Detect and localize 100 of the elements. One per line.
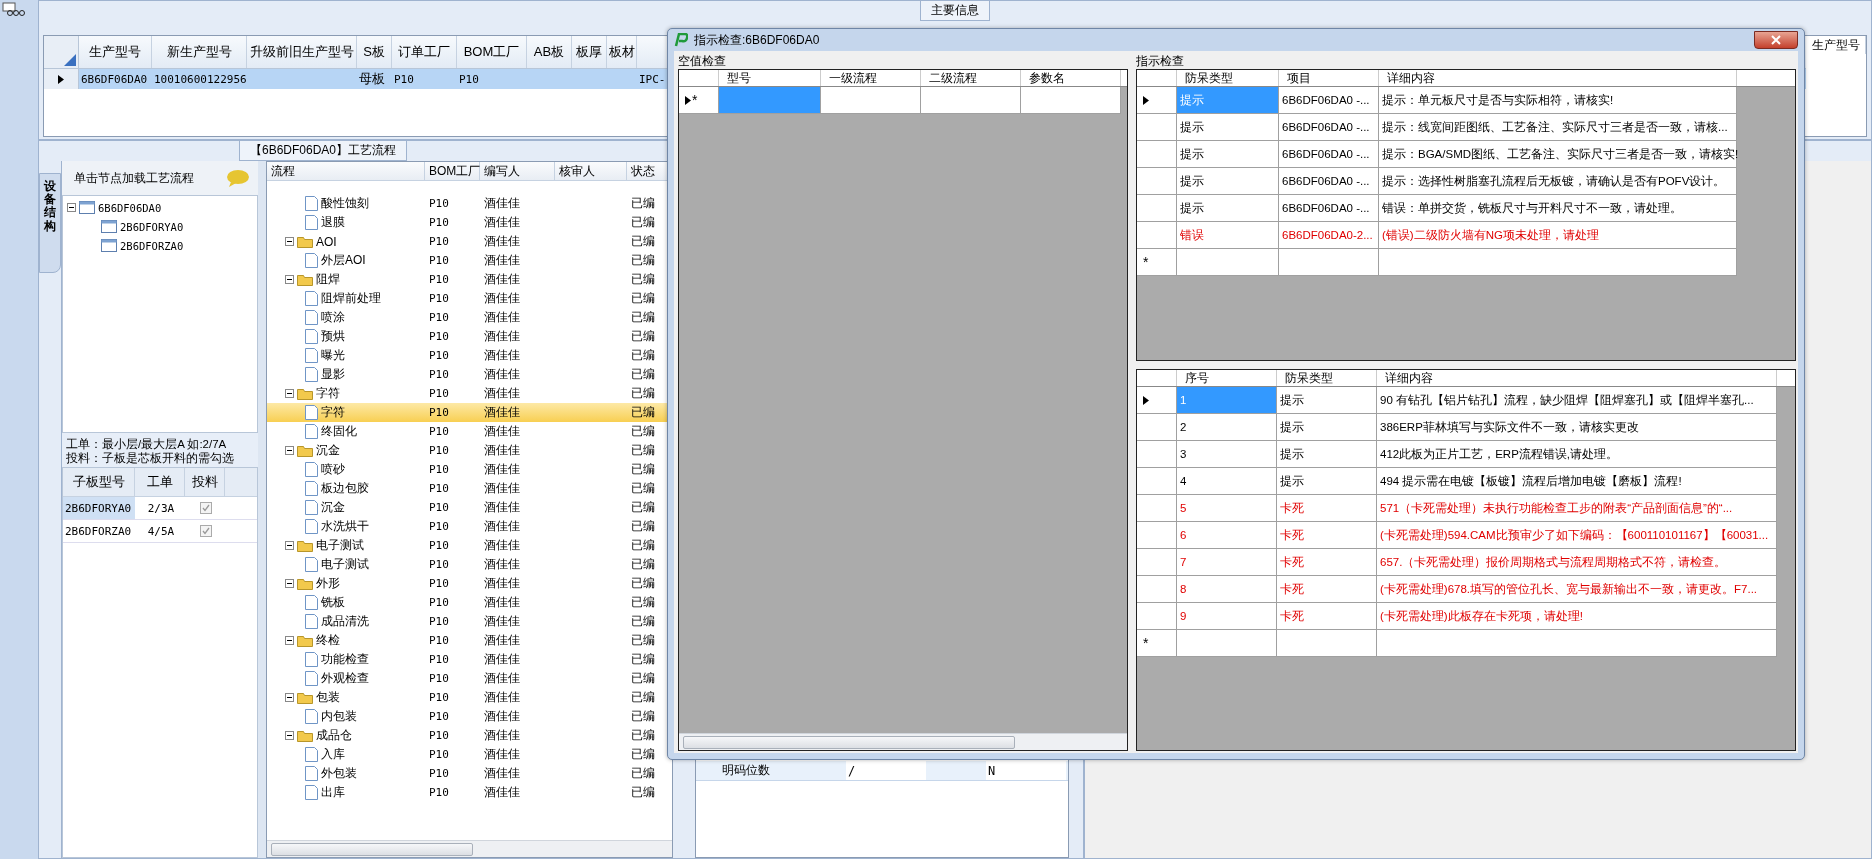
row-header[interactable] [1137,87,1177,114]
flow-row[interactable]: 预烘 P10 酒佳佳 已编 [267,327,672,346]
flow-row[interactable]: 终固化 P10 酒佳佳 已编 [267,422,672,441]
column-header[interactable]: BOM工厂 [457,36,527,68]
flow-row[interactable]: 电子测试 P10 酒佳佳 已编 [267,555,672,574]
flow-row[interactable]: 沉金 P10 酒佳佳 已编 [267,498,672,517]
row-header[interactable]: * [1137,249,1177,276]
tree-node[interactable]: 电子测试 [316,537,364,554]
column-header[interactable]: 订单工厂 [392,36,457,68]
tree-node[interactable]: 2B6DFORZA0 [120,239,184,252]
flow-row[interactable]: 喷涂 P10 酒佳佳 已编 [267,308,672,327]
column-header[interactable]: 流程 [267,162,425,180]
collapse-icon[interactable] [285,237,294,246]
flow-row[interactable]: 入库 P10 酒佳佳 已编 [267,745,672,764]
flow-row[interactable]: 喷砂 P10 酒佳佳 已编 [267,460,672,479]
flow-row[interactable]: 内包装 P10 酒佳佳 已编 [267,707,672,726]
tree-node[interactable]: 外层AOI [321,252,366,269]
tree-node[interactable]: 终检 [316,632,340,649]
column-header[interactable]: 生产型号 [1806,36,1866,54]
checkbox[interactable] [200,502,212,514]
row-header[interactable]: * [679,87,719,114]
flow-row[interactable]: 电子测试 P10 酒佳佳 已编 [267,536,672,555]
tree-node[interactable]: 6B6DF06DA0 [98,201,162,214]
column-header[interactable]: AB板 [527,36,572,68]
column-header[interactable]: 板厚 [572,36,607,68]
tree-node[interactable]: 喷涂 [321,309,345,326]
tree-node[interactable]: 成品清洗 [321,613,369,630]
tree-node[interactable]: 喷砂 [321,461,345,478]
tree-node[interactable]: 内包装 [321,708,357,725]
flow-row[interactable]: 字符 P10 酒佳佳 已编 [267,384,672,403]
tree-node[interactable]: 功能检查 [321,651,369,668]
column-header[interactable]: 防呆类型 [1177,70,1279,86]
flow-row[interactable]: 外形 P10 酒佳佳 已编 [267,574,672,593]
tree-node[interactable]: 外观检查 [321,670,369,687]
collapse-icon[interactable] [285,446,294,455]
tree-node[interactable]: 阻焊 [316,271,340,288]
flow-row[interactable]: 板边包胶 P10 酒佳佳 已编 [267,479,672,498]
tree-node[interactable]: 终固化 [321,423,357,440]
table-cell[interactable]: 2B6DFORYA0 [63,497,135,519]
collapse-icon[interactable] [285,693,294,702]
tree-node[interactable]: 曝光 [321,347,345,364]
flow-row[interactable]: 外层AOI P10 酒佳佳 已编 [267,251,672,270]
tree-node[interactable]: 铣板 [321,594,345,611]
flow-row[interactable]: 外包装 P10 酒佳佳 已编 [267,764,672,783]
column-header[interactable]: 工单 [135,468,185,496]
flow-row[interactable]: 终检 P10 酒佳佳 已编 [267,631,672,650]
column-header[interactable]: 一级流程 [821,70,921,86]
column-header[interactable]: 生产型号 [79,36,152,68]
tree-node[interactable]: 2B6DFORYA0 [120,220,184,233]
column-header[interactable]: 防呆类型 [1277,370,1377,386]
column-header[interactable]: 编写人 [480,162,555,180]
tree-node[interactable]: 外包装 [321,765,357,782]
side-tab[interactable]: 设备结构 [39,173,61,273]
flow-row[interactable]: 阻焊 P10 酒佳佳 已编 [267,270,672,289]
flow-row[interactable]: 显影 P10 酒佳佳 已编 [267,365,672,384]
tree-node[interactable]: AOI [316,234,337,249]
row-header[interactable]: * [1137,630,1177,657]
collapse-icon[interactable] [285,731,294,740]
collapse-icon[interactable] [285,579,294,588]
tree-node[interactable]: 沉金 [316,442,340,459]
tree-node[interactable]: 沉金 [321,499,345,516]
flow-row[interactable]: 功能检查 P10 酒佳佳 已编 [267,650,672,669]
column-header[interactable]: 核审人 [555,162,627,180]
flow-row[interactable]: 包装 P10 酒佳佳 已编 [267,688,672,707]
column-header[interactable]: 板材 [607,36,637,68]
column-header[interactable]: 详细内容 [1377,370,1777,386]
column-header[interactable]: 项目 [1279,70,1379,86]
flow-row[interactable]: 出库 P10 酒佳佳 已编 [267,783,672,802]
flow-row[interactable]: AOI P10 酒佳佳 已编 [267,232,672,251]
column-header[interactable]: 升级前旧生产型号 [247,36,357,68]
tree-node[interactable]: 显影 [321,366,345,383]
flow-row[interactable]: 外观检查 P10 酒佳佳 已编 [267,669,672,688]
column-header[interactable]: 投料 [185,468,225,496]
flow-row[interactable]: 铣板 P10 酒佳佳 已编 [267,593,672,612]
column-header[interactable]: BOM工厂 [425,162,480,180]
flow-row[interactable]: 阻焊前处理 P10 酒佳佳 已编 [267,289,672,308]
tree-node[interactable]: 包装 [316,689,340,706]
collapse-icon[interactable] [285,275,294,284]
close-button[interactable] [1754,31,1798,49]
checkbox[interactable] [200,525,212,537]
flow-row[interactable]: 成品仓 P10 酒佳佳 已编 [267,726,672,745]
tree-node[interactable]: 外形 [316,575,340,592]
collapse-icon[interactable] [285,541,294,550]
collapse-icon[interactable] [67,203,76,212]
tree-node[interactable]: 出库 [321,784,345,801]
tree-node[interactable]: 水洗烘干 [321,518,369,535]
column-header[interactable]: 子板型号 [63,468,135,496]
tree-node[interactable]: 酸性蚀刻 [321,195,369,212]
column-header[interactable]: 二级流程 [921,70,1021,86]
flow-row[interactable]: 水洗烘干 P10 酒佳佳 已编 [267,517,672,536]
tree-node[interactable]: 字符 [321,404,345,421]
collapse-icon[interactable] [285,636,294,645]
row-header[interactable] [1137,387,1177,414]
column-header[interactable]: 型号 [719,70,821,86]
tree-node[interactable]: 入库 [321,746,345,763]
column-header[interactable]: 参数名 [1021,70,1121,86]
horizontal-scrollbar[interactable] [267,840,672,857]
column-header[interactable]: 新生产型号 [152,36,247,68]
tree-node[interactable]: 退膜 [321,214,345,231]
tree-node[interactable]: 阻焊前处理 [321,290,381,307]
